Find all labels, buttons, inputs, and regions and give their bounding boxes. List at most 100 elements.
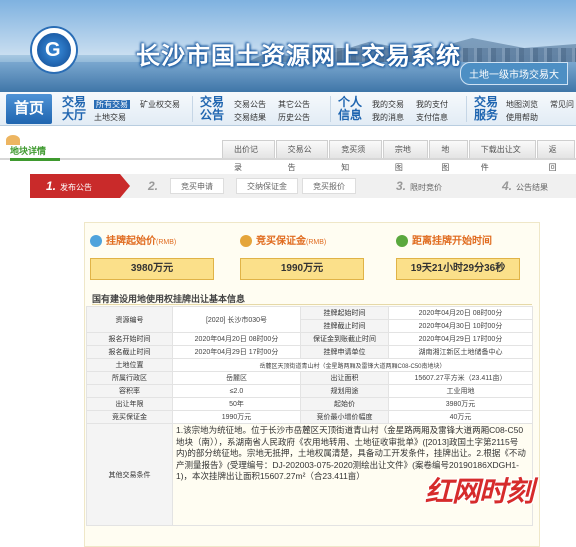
table-label: 报名截止时间 <box>86 345 173 359</box>
tab-bid-records[interactable]: 出价记录 <box>222 140 275 172</box>
table-value: 岳麓区天顶街道青山村（金星路两厢及雷锋大道两厢C08-C50南地块） <box>172 358 533 372</box>
table-value: 15607.27平方米（23.411亩） <box>388 371 533 385</box>
table-label: 保证金到账截止时间 <box>300 332 389 346</box>
tab-back[interactable]: 返回 <box>536 140 575 172</box>
table-label: 挂牌起始时间 <box>300 306 389 320</box>
deposit-unit: (RMB) <box>306 239 327 246</box>
table-label: 起始价 <box>300 397 389 411</box>
nav-group-personal: 个人信息 我的交易 我的消息 我的支付 支付信息 <box>338 95 464 123</box>
nav-other-notices[interactable]: 其它公告 <box>278 98 310 111</box>
nav-divider <box>330 96 331 122</box>
table-row: 土地位置 岳麓区天顶街道青山村（金星路两厢及雷锋大道两厢C08-C50南地块） <box>86 358 533 372</box>
main-nav: 首页 交易大厅 所有交易 土地交易 矿业权交易 交易公告 交易公告 交易结果 其… <box>0 92 576 126</box>
watermark-logo: 红网时刻 <box>425 476 534 507</box>
money-bag-icon <box>240 235 252 248</box>
nav-mining-trades[interactable]: 矿业权交易 <box>140 98 180 111</box>
nav-map-browse[interactable]: 地图浏览 <box>506 98 538 111</box>
table-label: 出让面积 <box>300 371 389 385</box>
nav-my-messages[interactable]: 我的消息 <box>372 111 404 124</box>
land-detail-tag: 地块详情 <box>5 135 47 156</box>
table-value: 2020年04月20日 08时00分 <box>172 332 301 346</box>
step-2-number: 2. <box>148 179 159 193</box>
table-row: 所属行政区 岳麓区 出让面积 15607.27平方米（23.411亩） <box>86 371 533 385</box>
nav-trade-results[interactable]: 交易结果 <box>234 111 266 124</box>
nav-my-trades[interactable]: 我的交易 <box>372 98 404 111</box>
table-label: 出让年限 <box>86 397 173 411</box>
table-value: 2020年04月29日 17时00分 <box>388 332 533 346</box>
start-price-unit: (RMB) <box>156 239 177 246</box>
countdown-value: 19天21小时29分36秒 <box>396 258 520 280</box>
nav-announcements[interactable]: 交易公告 <box>200 96 224 122</box>
table-value: 湖南湘江新区土地储备中心 <box>388 345 533 359</box>
nav-all-trades[interactable]: 所有交易 <box>94 100 130 109</box>
nav-home-button[interactable]: 首页 <box>6 94 52 124</box>
step-bid-quote: 竞买报价 <box>302 178 356 194</box>
start-price-value: 3980万元 <box>90 258 214 280</box>
nav-my-payments[interactable]: 我的支付 <box>416 98 448 111</box>
nav-trading-hall[interactable]: 交易大厅 <box>62 96 86 122</box>
deposit-title: 竞买保证金 <box>256 236 306 247</box>
table-value: ≤2.0 <box>172 384 301 398</box>
table-value: 3980万元 <box>388 397 533 411</box>
site-logo-icon: G <box>32 28 76 72</box>
detail-tab-row: 地块详情 出价记录 交易公告 竞买须知 宗地图 地图 下载出让文件 返回 <box>0 135 576 172</box>
tab-parcel-map[interactable]: 宗地图 <box>382 140 429 172</box>
table-label: 挂牌截止时间 <box>300 319 389 333</box>
table-label: 土地位置 <box>86 358 173 372</box>
tab-bidding-notes[interactable]: 竞买须知 <box>329 140 382 172</box>
table-row: 出让年限 50年 起始价 3980万元 <box>86 397 533 411</box>
table-value: 2020年04月29日 17时00分 <box>172 345 301 359</box>
step-publish: 1. 发布公告 <box>30 174 130 198</box>
tab-trade-notice[interactable]: 交易公告 <box>275 140 329 172</box>
land-tag-underline <box>10 158 60 161</box>
step-timed-bidding: 3. 限时竞价 <box>396 179 443 193</box>
nav-group-trading-hall: 交易大厅 所有交易 土地交易 矿业权交易 <box>62 95 192 123</box>
site-title: 长沙市国土资源网上交易系统 <box>136 43 461 70</box>
deposit-value: 1990万元 <box>240 258 364 280</box>
detail-tabs: 出价记录 交易公告 竞买须知 宗地图 地图 下载出让文件 返回 <box>222 140 576 172</box>
tab-map[interactable]: 地图 <box>429 140 468 172</box>
table-row: 容积率 ≤2.0 规划用途 工业用地 <box>86 384 533 398</box>
table-label: 资源编号 <box>86 306 173 333</box>
table-label: 其他交易条件 <box>86 423 173 526</box>
countdown-title: 距离挂牌开始时间 <box>412 236 492 247</box>
table-row: 报名开始时间 2020年04月20日 08时00分 保证金到账截止时间 2020… <box>86 332 533 346</box>
table-label: 竞价最小增价幅度 <box>300 410 389 424</box>
clock-icon <box>396 235 408 248</box>
nav-personal-info[interactable]: 个人信息 <box>338 96 362 122</box>
nav-trade-services[interactable]: 交易服务 <box>474 96 498 122</box>
table-label: 容积率 <box>86 384 173 398</box>
table-row: 资源编号 [2020] 长沙市030号 挂牌起始时间 2020年04月20日 0… <box>86 306 533 333</box>
table-label: 所属行政区 <box>86 371 173 385</box>
step-bid-application: 竞买申请 <box>170 178 224 194</box>
coin-icon <box>90 235 102 248</box>
table-label: 竞买保证金 <box>86 410 173 424</box>
table-value: 1990万元 <box>172 410 301 424</box>
table-row: 竞买保证金 1990万元 竞价最小增价幅度 40万元 <box>86 410 533 424</box>
table-label: 挂牌申请单位 <box>300 345 389 359</box>
nav-faq[interactable]: 常见问 <box>550 98 574 111</box>
step-result-notice: 4. 公告结果 <box>502 179 549 193</box>
nav-group-announcements: 交易公告 交易公告 交易结果 其它公告 历史公告 <box>200 95 328 123</box>
table-value: 岳麓区 <box>172 371 301 385</box>
table-label: 报名开始时间 <box>86 332 173 346</box>
step-pay-deposit: 交纳保证金 <box>236 178 298 194</box>
nav-history-notices[interactable]: 历史公告 <box>278 111 310 124</box>
nav-trade-notices[interactable]: 交易公告 <box>234 98 266 111</box>
table-title-divider <box>92 304 532 305</box>
table-value: 工业用地 <box>388 384 533 398</box>
nav-group-services: 交易服务 地图浏览 使用帮助 常见问 <box>474 95 576 123</box>
nav-payment-info[interactable]: 支付信息 <box>416 111 448 124</box>
table-value: 2020年04月30日 10时00分 <box>388 319 533 333</box>
nav-help[interactable]: 使用帮助 <box>506 111 538 124</box>
market-tag[interactable]: 土地一级市场交易大 <box>460 62 568 85</box>
table-value: [2020] 长沙市030号 <box>172 306 301 333</box>
nav-land-trades[interactable]: 土地交易 <box>94 111 130 124</box>
header-banner: G 长沙市国土资源网上交易系统 土地一级市场交易大 <box>0 0 576 92</box>
nav-divider <box>466 96 467 122</box>
start-price-title: 挂牌起始价 <box>106 236 156 247</box>
nav-divider <box>192 96 193 122</box>
tab-download-files[interactable]: 下载出让文件 <box>468 140 536 172</box>
table-value: 40万元 <box>388 410 533 424</box>
table-label: 规划用途 <box>300 384 389 398</box>
